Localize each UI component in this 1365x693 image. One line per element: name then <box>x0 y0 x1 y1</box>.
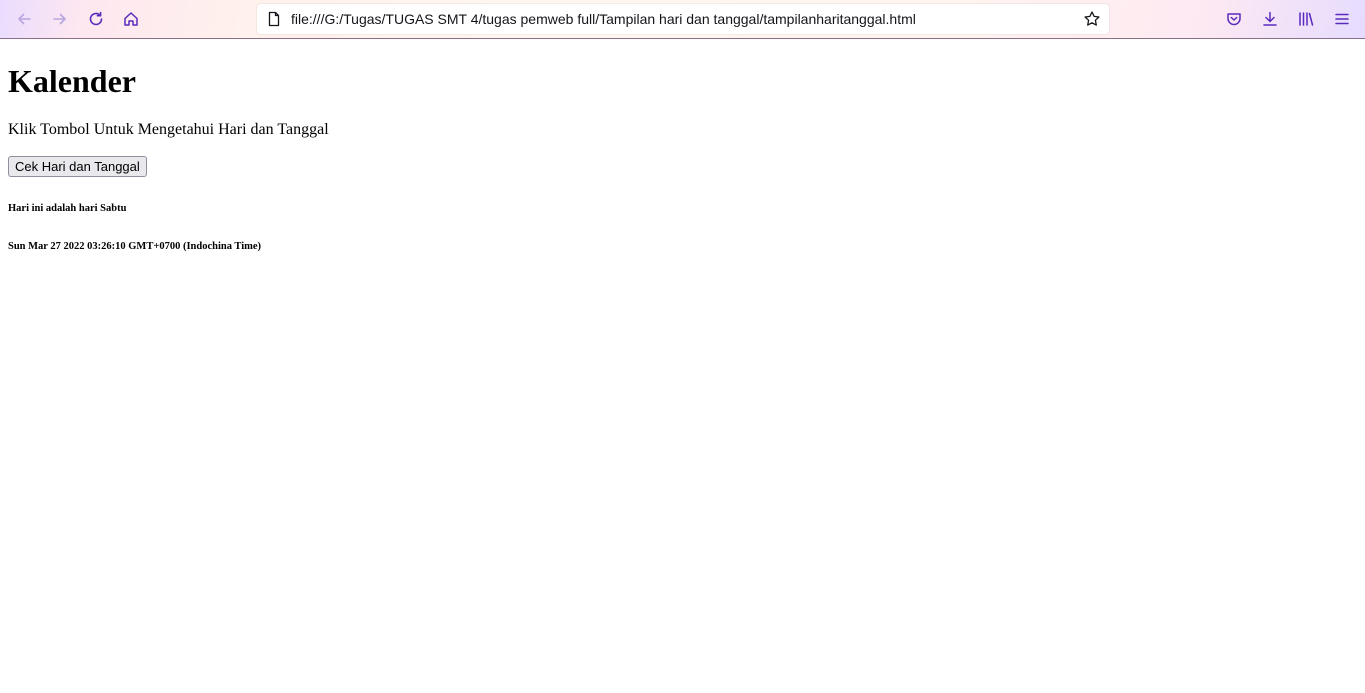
date-result: Sun Mar 27 2022 03:26:10 GMT+0700 (Indoc… <box>8 241 262 252</box>
back-arrow-icon <box>18 13 31 25</box>
check-day-date-button[interactable]: Cek Hari dan Tanggal <box>8 156 147 177</box>
browser-toolbar: file:///G:/Tugas/TUGAS SMT 4/tugas pemwe… <box>0 0 1365 39</box>
download-icon <box>1263 11 1277 26</box>
document-icon <box>268 11 280 27</box>
url-bar[interactable]: file:///G:/Tugas/TUGAS SMT 4/tugas pemwe… <box>257 4 1109 34</box>
back-button[interactable] <box>9 4 39 34</box>
forward-arrow-icon <box>53 13 66 25</box>
downloads-button[interactable] <box>1255 4 1285 34</box>
star-icon <box>1084 11 1100 26</box>
library-icon <box>1299 12 1314 26</box>
menu-button[interactable] <box>1327 4 1357 34</box>
home-icon <box>124 12 138 26</box>
hamburger-menu-icon <box>1335 13 1349 25</box>
instruction-text: Klik Tombol Untuk Mengetahui Hari dan Ta… <box>8 121 329 138</box>
url-text[interactable]: file:///G:/Tugas/TUGAS SMT 4/tugas pemwe… <box>291 11 916 27</box>
pocket-button[interactable] <box>1219 4 1249 34</box>
forward-button[interactable] <box>45 4 75 34</box>
day-result: Hari ini adalah hari Sabtu <box>8 203 127 214</box>
home-button[interactable] <box>116 4 146 34</box>
library-button[interactable] <box>1291 4 1321 34</box>
page-title: Kalender <box>8 63 136 99</box>
bookmark-button[interactable] <box>1081 8 1103 30</box>
reload-icon <box>89 11 103 26</box>
pocket-icon <box>1227 13 1241 26</box>
reload-button[interactable] <box>81 4 111 34</box>
